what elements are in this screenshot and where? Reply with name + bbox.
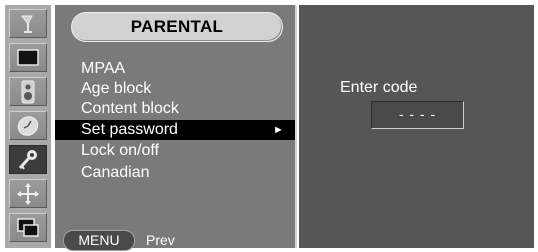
- screen-adjust-icon[interactable]: [9, 179, 47, 208]
- menu-item-age-block[interactable]: Age block: [55, 79, 295, 99]
- code-input[interactable]: - - - -: [371, 101, 464, 129]
- speaker-icon[interactable]: [9, 77, 47, 106]
- menu-item-content-block[interactable]: Content block: [55, 99, 295, 119]
- pip-icon[interactable]: [9, 213, 47, 242]
- icon-sidebar: [5, 5, 51, 248]
- menu-item-label: Canadian: [81, 164, 150, 181]
- menu-item-set-password[interactable]: Set password ►: [55, 120, 295, 140]
- menu-item-label: Age block: [81, 80, 152, 97]
- menu-button[interactable]: MENU: [63, 230, 135, 251]
- password-panel: Enter code - - - -: [299, 5, 534, 248]
- menu-item-lock-on-off[interactable]: Lock on/off: [55, 141, 295, 161]
- picture-icon[interactable]: [9, 43, 47, 72]
- menu-item-label: Lock on/off: [81, 142, 159, 159]
- menu-title: PARENTAL: [71, 12, 283, 42]
- prev-label: Prev: [146, 232, 175, 248]
- key-icon[interactable]: [9, 145, 47, 174]
- clock-icon[interactable]: [9, 111, 47, 140]
- osd-screen: PARENTAL MPAA Age block Content block Se…: [0, 0, 538, 252]
- menu-item-label: MPAA: [81, 60, 126, 77]
- menu-item-canadian[interactable]: Canadian: [55, 163, 295, 183]
- parental-menu-panel: PARENTAL MPAA Age block Content block Se…: [55, 5, 297, 251]
- menu-item-label: Set password: [81, 121, 178, 138]
- arrow-right-icon: ►: [273, 124, 284, 136]
- menu-item-label: Content block: [81, 100, 179, 117]
- menu-item-mpaa[interactable]: MPAA: [55, 59, 295, 79]
- enter-code-label: Enter code: [340, 79, 418, 96]
- antenna-icon[interactable]: [9, 9, 47, 38]
